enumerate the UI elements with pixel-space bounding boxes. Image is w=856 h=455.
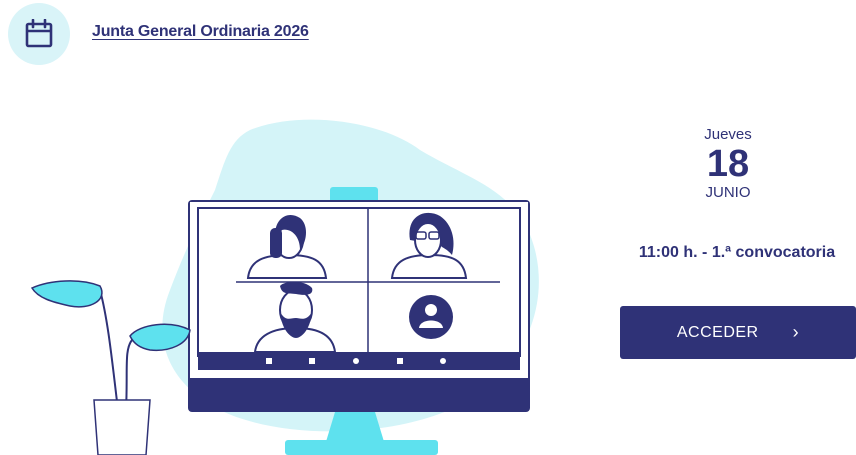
access-button[interactable]: ACCEDER ›: [620, 306, 856, 359]
access-button-label: ACCEDER: [676, 323, 759, 341]
event-day: 18: [706, 143, 750, 185]
event-date: Jueves 18 JUNIO: [600, 126, 856, 201]
calendar-badge: [8, 3, 70, 65]
calendar-icon: [25, 19, 53, 48]
event-weekday: Jueves: [704, 126, 752, 143]
meeting-title-link[interactable]: Junta General Ordinaria 2026: [92, 23, 309, 41]
video-conference-illustration: [30, 119, 539, 455]
chevron-right-icon: ›: [792, 322, 800, 342]
event-time: 11:00 h. - 1.ª convocatoria: [638, 244, 836, 261]
event-month: JUNIO: [705, 184, 751, 201]
